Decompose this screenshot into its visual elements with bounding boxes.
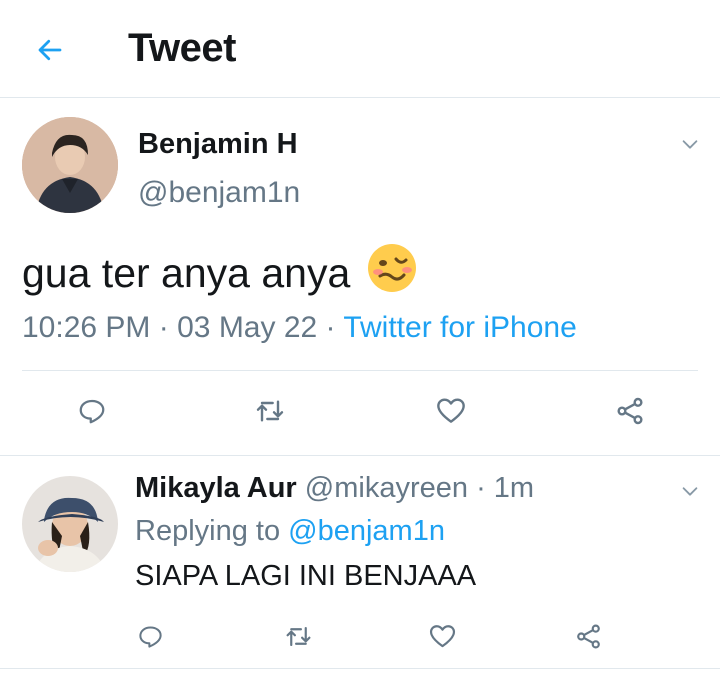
page-title: Tweet xyxy=(128,26,236,70)
meta-separator: · xyxy=(325,311,336,344)
top-bar: Tweet xyxy=(0,0,720,98)
reply-author-name[interactable]: Mikayla Aur xyxy=(135,472,297,504)
bottom-separator xyxy=(0,668,720,669)
tweet-meta: 10:26 PM · 03 May 22 · Twitter for iPhon… xyxy=(22,311,577,345)
author-avatar[interactable] xyxy=(22,117,118,213)
reply-share-button[interactable] xyxy=(566,614,610,658)
reply-retweet-button[interactable] xyxy=(276,614,320,658)
thread-separator xyxy=(0,455,720,456)
reply-button[interactable] xyxy=(70,389,114,433)
retweet-button[interactable] xyxy=(248,389,292,433)
reply-header: Mikayla Aur @mikayreen · 1m xyxy=(135,472,534,505)
reply-text: SIAPA LAGI INI BENJAAA xyxy=(135,560,477,592)
reply-author-avatar[interactable] xyxy=(22,476,118,572)
retweet-icon xyxy=(256,400,284,422)
like-button[interactable] xyxy=(429,389,473,433)
replying-label: Replying to xyxy=(135,515,281,547)
arrow-left-icon xyxy=(38,39,62,61)
divider xyxy=(22,370,698,371)
retweet-icon xyxy=(286,626,310,646)
chevron-down-icon xyxy=(682,487,698,496)
replying-to-mention[interactable]: @benjam1n xyxy=(288,515,445,547)
reply-author-handle[interactable]: @mikayreen xyxy=(305,472,468,504)
share-icon xyxy=(576,624,600,648)
tweet-date: 03 May 22 xyxy=(177,311,318,344)
tweet-body: gua ter anya anya xyxy=(22,242,418,304)
avatar-photo xyxy=(22,476,118,572)
reply-menu-button[interactable] xyxy=(678,479,702,503)
replying-to: Replying to @benjam1n xyxy=(135,515,445,548)
reply-icon xyxy=(79,399,105,424)
reply-icon xyxy=(138,625,162,648)
tweet-menu-button[interactable] xyxy=(678,132,702,156)
back-button[interactable] xyxy=(30,30,70,70)
tweet-text: gua ter anya anya xyxy=(22,249,351,296)
share-icon xyxy=(617,397,643,425)
avatar-photo xyxy=(22,117,118,213)
woozy-face-emoji xyxy=(366,242,418,304)
tweet-source-link[interactable]: Twitter for iPhone xyxy=(343,311,576,344)
like-icon xyxy=(437,398,465,423)
chevron-down-icon xyxy=(682,140,698,149)
author-name[interactable]: Benjamin H xyxy=(138,128,298,161)
author-handle[interactable]: @benjam1n xyxy=(138,176,300,210)
share-button[interactable] xyxy=(608,389,652,433)
reply-time: 1m xyxy=(493,472,535,504)
like-icon xyxy=(429,624,455,647)
meta-separator: · xyxy=(476,472,486,504)
reply-like-button[interactable] xyxy=(420,614,464,658)
tweet-time: 10:26 PM xyxy=(22,311,151,344)
meta-separator: · xyxy=(158,311,169,344)
reply-reply-button[interactable] xyxy=(128,614,172,658)
